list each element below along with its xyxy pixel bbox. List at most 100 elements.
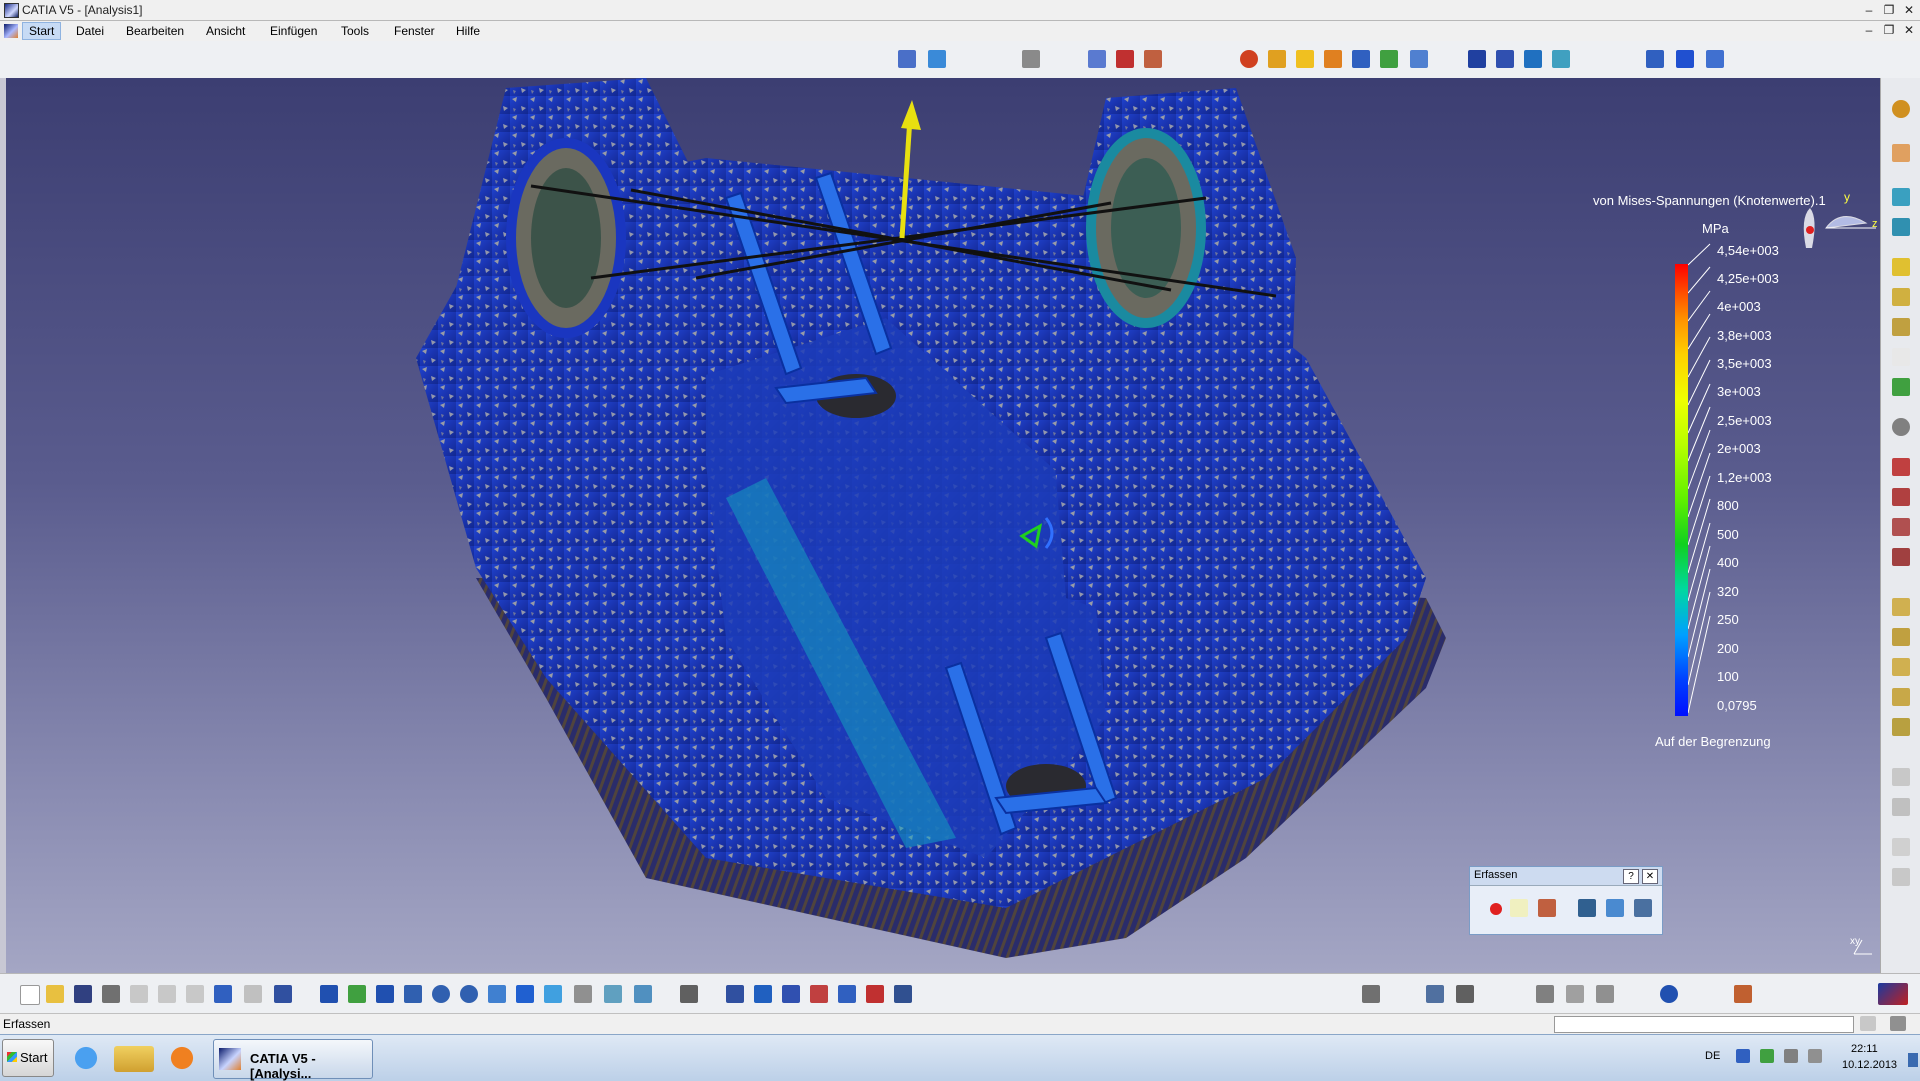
document-icon[interactable] [4,24,18,38]
fastened-icon[interactable] [1892,628,1910,646]
redo-icon[interactable] [244,985,262,1003]
resource-icon[interactable] [1734,985,1752,1003]
cut-icon[interactable] [130,985,148,1003]
catalog-icon[interactable] [726,985,744,1003]
spot-weld-icon[interactable] [1892,688,1910,706]
doc-restore-button[interactable]: ❐ [1880,23,1898,37]
workbench-icon[interactable] [894,985,912,1003]
media-player-icon[interactable] [162,1040,202,1076]
capture-options-icon[interactable] [1538,899,1556,917]
image-icon[interactable] [1892,798,1910,816]
fly-mode-icon[interactable] [320,985,338,1003]
shading-icon[interactable] [574,985,592,1003]
swap-space-icon[interactable] [634,985,652,1003]
rigid-icon[interactable] [1892,488,1910,506]
doc-close-button[interactable]: ✕ [1900,23,1918,37]
minimize-button[interactable]: – [1860,3,1878,17]
close-button[interactable]: ✕ [1900,3,1918,17]
animate-icon[interactable] [1410,50,1428,68]
command-input[interactable] [1554,1016,1854,1033]
erfassen-toolbar[interactable]: Erfassen ? ✕ [1469,866,1663,935]
pointer-icon[interactable] [1676,50,1694,68]
normal-view-icon[interactable] [488,985,506,1003]
menu-start[interactable]: Start [22,22,62,40]
menu-ansicht[interactable]: Ansicht [206,24,245,38]
iso-view-icon[interactable] [544,985,562,1003]
doc-minimize-button[interactable]: – [1860,23,1878,37]
magnifier-icon[interactable] [1660,985,1678,1003]
undo-icon[interactable] [214,985,232,1003]
open-folder-icon[interactable] [46,985,64,1003]
hide-show-icon[interactable] [604,985,622,1003]
measure-icon[interactable] [1892,838,1910,856]
save-icon[interactable] [74,985,92,1003]
zoom-out-icon[interactable] [460,985,478,1003]
legend-color-bar[interactable] [1675,264,1688,716]
compass-widget[interactable]: y z [1796,188,1880,258]
graph-icon[interactable] [1566,985,1584,1003]
tray-network-icon[interactable] [1736,1049,1750,1063]
extrema-icon[interactable] [1524,50,1542,68]
print-icon[interactable] [102,985,120,1003]
report-icon[interactable] [1892,868,1910,886]
bearing-icon[interactable] [1892,348,1910,366]
fit-all-icon[interactable] [348,985,366,1003]
sensor-list-icon[interactable] [1362,985,1380,1003]
settings-gear-icon[interactable] [1892,100,1910,118]
properties-icon[interactable] [782,985,800,1003]
error-icon[interactable] [1380,50,1398,68]
erfassen-help-button[interactable]: ? [1623,869,1639,884]
tree-icon[interactable] [680,985,698,1003]
menu-tools[interactable]: Tools [341,24,369,38]
menu-hilfe[interactable]: Hilfe [456,24,480,38]
stress-icon[interactable] [1296,50,1314,68]
connection-icon[interactable] [1892,598,1910,616]
compute-icon[interactable] [1240,50,1258,68]
mass-icon[interactable] [1144,50,1162,68]
album-icon[interactable] [1578,899,1596,917]
command-history-icon[interactable] [1860,1016,1876,1031]
clash-icon[interactable] [1456,985,1474,1003]
menu-fenster[interactable]: Fenster [394,24,435,38]
clamp-icon[interactable] [1892,188,1910,206]
simulation-icon[interactable] [810,985,828,1003]
menu-einfuegen[interactable]: Einfügen [270,24,317,38]
cut-plane-icon[interactable] [1468,50,1486,68]
clock-date[interactable]: 10.12.2013 [1842,1059,1897,1071]
pan-icon[interactable] [376,985,394,1003]
contact-icon[interactable] [1892,548,1910,566]
select-arrow-icon[interactable] [1892,144,1910,162]
clock-time[interactable]: 22:11 [1851,1043,1878,1055]
record-icon[interactable] [1490,903,1502,915]
knowledge-icon[interactable] [838,985,856,1003]
section-icon[interactable] [1536,985,1554,1003]
slider-icon[interactable] [1892,218,1910,236]
mesh-icon[interactable] [1088,50,1106,68]
deformation-icon[interactable] [1268,50,1286,68]
internet-explorer-icon[interactable] [66,1040,106,1076]
zoom-in-icon[interactable] [432,985,450,1003]
group-icon[interactable] [1892,768,1910,786]
smooth-icon[interactable] [1892,518,1910,536]
load-icon[interactable] [1116,50,1134,68]
cube-icon[interactable] [754,985,772,1003]
amplification-icon[interactable] [1496,50,1514,68]
gravity-icon[interactable] [1892,378,1910,396]
taskbar-catia-window[interactable]: CATIA V5 - [Analysi... [213,1039,373,1081]
axis-icon[interactable] [1706,50,1724,68]
language-indicator[interactable]: DE [1705,1050,1720,1062]
tray-volume-icon[interactable] [1808,1049,1822,1063]
capture-select-icon[interactable] [1510,899,1528,917]
list-icon[interactable] [1596,985,1614,1003]
restraint-icon[interactable] [928,50,946,68]
catia-app-icon[interactable] [4,3,19,18]
sensor-icon[interactable] [898,50,916,68]
file-explorer-icon[interactable] [114,1046,154,1072]
menu-bearbeiten[interactable]: Bearbeiten [126,24,184,38]
principal-stress-icon[interactable] [1352,50,1370,68]
info-icon[interactable] [1552,50,1570,68]
distributed-force-icon[interactable] [1892,288,1910,306]
show-desktop-button[interactable] [1908,1053,1918,1067]
menu-datei[interactable]: Datei [76,24,104,38]
3d-viewport[interactable]: von Mises-Spannungen (Knotenwerte).1 MPa… [6,78,1880,973]
